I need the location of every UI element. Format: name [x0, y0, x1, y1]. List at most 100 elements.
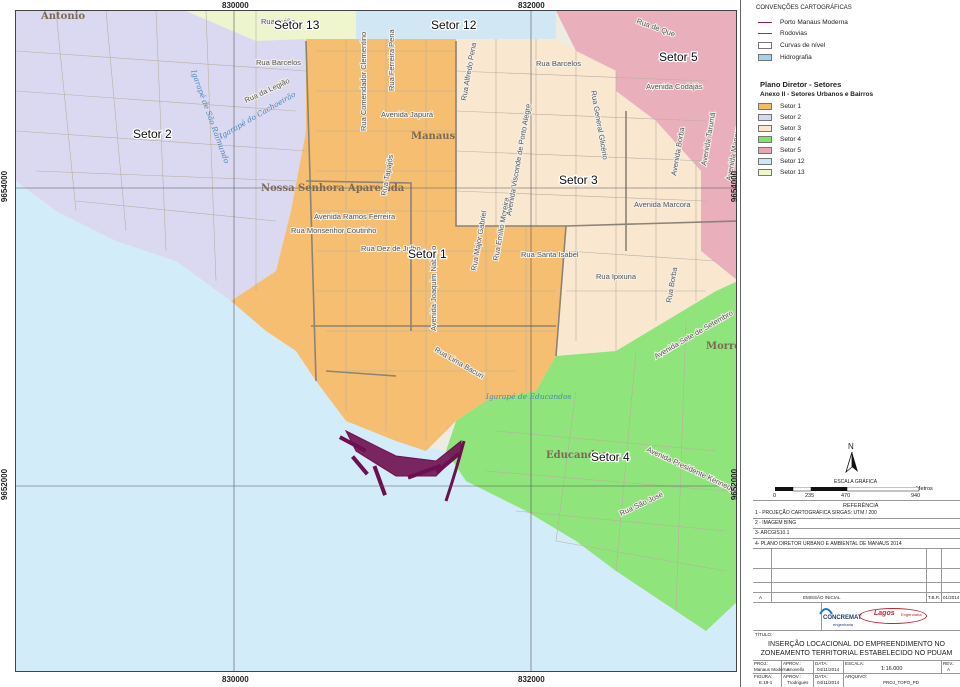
logo-lagos: Lagos: [874, 610, 895, 617]
legend-panel: CONVENÇÕES CARTOGRÁFICAS Porto Manaus Mo…: [740, 0, 960, 687]
revision-by: T.B.R.: [928, 595, 941, 600]
sector-5-swatch: [758, 147, 772, 154]
street-label: Rua Comendador Clementino: [359, 32, 368, 131]
scale-bar: [775, 487, 920, 492]
hydro-educandos: Igarapé de Educandos: [485, 392, 571, 401]
legend-sector-4: Setor 4: [758, 135, 801, 144]
data2-value: 04/11/2014: [817, 680, 840, 685]
sector-3-swatch: [758, 125, 772, 132]
reference-title: REFERÊNCIA: [843, 503, 879, 509]
street-label: Avenida Japurá: [381, 110, 434, 119]
divider: [753, 582, 960, 583]
sector-12-label: Setor 12: [431, 18, 477, 32]
sector-5-label: Setor 5: [659, 50, 698, 64]
sector-4-swatch: [758, 136, 772, 143]
logo-lagos-sub: Engenharia: [901, 612, 922, 617]
sector-1-swatch: [758, 103, 772, 110]
revision-text: EMISSÃO INICIAL: [803, 595, 841, 600]
street-label: Rua Barcelos: [256, 58, 301, 67]
arquivo-value: PROJ_TOPO_PD: [883, 680, 919, 685]
scale-caption: ESCALA GRÁFICA: [834, 479, 878, 485]
scale-tick-0: 0: [773, 493, 777, 499]
sector-4-label: Setor 4: [591, 450, 630, 464]
drawing-title: INSERÇÃO LOCACIONAL DO EMPREENDIMENTO NO…: [760, 641, 953, 657]
divider: [781, 660, 782, 687]
place-manaus: Manaus: [411, 131, 456, 142]
divider: [813, 660, 814, 687]
legend-sector-label: Setor 4: [780, 136, 801, 143]
map-svg[interactable]: Antonio Nossa Senhora Aparecida Manaus M…: [16, 11, 737, 672]
coord-top-832000: 832000: [518, 1, 545, 10]
aprov-label: APROV.:: [783, 661, 801, 666]
coord-bottom-832000: 832000: [518, 675, 545, 684]
north-letter: N: [848, 442, 854, 451]
sector-13-label: Setor 13: [274, 18, 320, 32]
proj-value: Manaus Moderna: [754, 667, 790, 672]
legend-sector-label: Setor 2: [780, 114, 801, 121]
arquivo-label: ARQUIVO:: [845, 674, 868, 679]
reference-item: 2 - IMAGEM BING: [755, 520, 797, 526]
legend-item-label: Rodovias: [780, 30, 808, 37]
divider: [753, 592, 960, 593]
street-label: Rua Ipixuna: [596, 272, 637, 281]
road-line-swatch: [758, 33, 772, 34]
figura-value: E.19-1: [759, 680, 773, 685]
legend-sector-2: Setor 2: [758, 113, 801, 122]
legend-heading: CONVENÇÕES CARTOGRÁFICAS: [756, 5, 852, 11]
revision-rev: A: [759, 595, 763, 600]
aprov-value: Anovello: [787, 667, 805, 672]
escala-label: ESCALA:: [845, 661, 865, 666]
data-label: DATA:: [815, 661, 828, 666]
figura-label: FIGURA:: [754, 674, 773, 679]
logo-concremat: CONCREMAT: [823, 615, 862, 621]
sector-13-swatch: [758, 169, 772, 176]
street-label: Avenida Marcora: [634, 200, 691, 209]
scale-tick-940: 940: [911, 493, 921, 499]
divider: [753, 568, 960, 569]
street-label: Rua Ferreira Pena: [387, 28, 396, 91]
divider: [753, 518, 960, 519]
escala-value: 1:16.000: [881, 666, 903, 672]
legend-item-porto: Porto Manaus Moderna: [758, 18, 848, 27]
plan-subtitle: Anexo II - Setores Urbanos e Bairros: [760, 91, 874, 98]
coord-left-9652000: 9652000: [0, 468, 10, 501]
map-canvas[interactable]: Antonio Nossa Senhora Aparecida Manaus M…: [15, 10, 737, 672]
legend-sector-13: Setor 13: [758, 168, 805, 177]
legend-sector-label: Setor 12: [780, 158, 805, 165]
coord-bottom-830000: 830000: [222, 675, 249, 684]
street-label: Rua Barcelos: [536, 59, 581, 68]
legend-item-rodovias: Rodovias: [758, 29, 807, 38]
legend-item-curvas: Curvas de nível: [758, 41, 825, 50]
place-antonio: Antonio: [40, 11, 85, 22]
divider: [926, 548, 927, 602]
divider: [753, 548, 960, 549]
data-value: 04/11/2014: [817, 667, 840, 672]
sector-1-label: Setor 1: [408, 247, 447, 261]
legend-sector-12: Setor 12: [758, 157, 805, 166]
rev-value: A: [947, 667, 951, 672]
proj-label: PROJ.:: [754, 661, 769, 666]
legend-sector-3: Setor 3: [758, 124, 801, 133]
sector-2-label: Setor 2: [133, 127, 172, 141]
divider: [753, 630, 960, 631]
reference-item: 4- PLANO DIRETOR URBANO E AMBIENTAL DE M…: [755, 541, 902, 547]
coord-left-9654000: 9654000: [0, 170, 10, 203]
legend-item-label: Curvas de nível: [780, 42, 826, 49]
scale-tick-235: 235: [805, 493, 815, 499]
divider: [941, 660, 942, 674]
street-label: Avenida Codajás: [646, 82, 703, 91]
divider: [771, 548, 772, 602]
divider: [843, 660, 844, 687]
place-morro-da-liberdade: Morro da Liberdade: [706, 341, 737, 352]
sector-12-swatch: [758, 158, 772, 165]
revision-date: 01/2014: [943, 595, 960, 600]
coord-right-9654000: 9654000: [730, 170, 740, 203]
scale-tick-470: 470: [841, 493, 851, 499]
hydro-swatch: [758, 54, 772, 61]
sector-2-swatch: [758, 114, 772, 121]
porto-line-swatch: [758, 22, 772, 23]
sector-3-label: Setor 3: [559, 173, 598, 187]
data2-label: DATA:: [815, 674, 828, 679]
street-label: Avenida Ramos Ferreira: [314, 212, 396, 221]
street-label: Rua Santa Isabel: [521, 250, 579, 259]
